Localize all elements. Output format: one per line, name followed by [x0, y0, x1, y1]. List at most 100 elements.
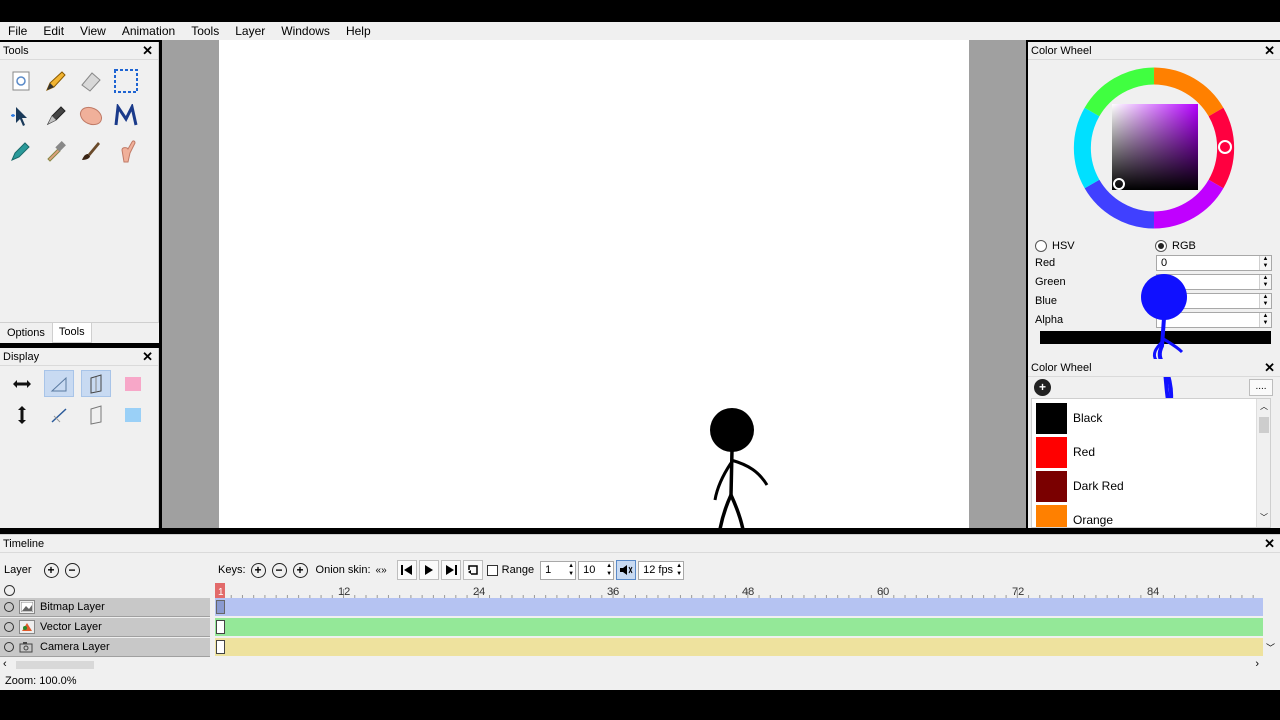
chevron-left-icon[interactable]: ‹: [3, 658, 7, 670]
menu-file[interactable]: File: [0, 22, 35, 40]
red-spinbox[interactable]: 0 ▲ ▼: [1156, 255, 1272, 271]
list-item[interactable]: Black: [1036, 401, 1262, 435]
add-layer-icon[interactable]: +: [43, 562, 59, 578]
spin-arrows-icon[interactable]: ▲ ▼: [676, 562, 682, 578]
tab-options[interactable]: Options: [0, 323, 52, 343]
close-icon[interactable]: ✕: [1264, 359, 1275, 377]
close-icon[interactable]: ✕: [1264, 42, 1275, 60]
eyedropper-icon[interactable]: [41, 136, 71, 166]
spin-arrows-icon[interactable]: ▲ ▼: [568, 562, 574, 578]
chevron-right-icon[interactable]: ›: [1255, 658, 1259, 670]
menu-view[interactable]: View: [72, 22, 114, 40]
menu-tools[interactable]: Tools: [183, 22, 227, 40]
spin-arrows-icon[interactable]: ▲ ▼: [1259, 313, 1271, 327]
previous-frame-icon[interactable]: [396, 560, 417, 580]
layer-row-bitmap[interactable]: Bitmap Layer: [0, 598, 210, 617]
range-start-input[interactable]: 1 ▲ ▼: [540, 560, 577, 580]
list-item[interactable]: Orange: [1036, 503, 1262, 527]
layer-name[interactable]: Vector Layer: [40, 621, 102, 633]
vertical-flip-icon[interactable]: [7, 401, 37, 428]
visibility-icon[interactable]: [4, 642, 14, 652]
range-end-input[interactable]: 10 ▲ ▼: [578, 560, 615, 580]
keyframe[interactable]: [216, 600, 225, 614]
bucket-icon[interactable]: [6, 136, 36, 166]
select-icon[interactable]: [111, 66, 141, 96]
add-key-icon[interactable]: +: [250, 562, 266, 578]
invisible-lines-icon[interactable]: [44, 401, 74, 428]
loop-icon[interactable]: [462, 560, 483, 580]
hand-icon[interactable]: [111, 136, 141, 166]
remove-key-icon[interactable]: −: [271, 562, 287, 578]
palette-list[interactable]: Black Red Dark Red Orange ︿ ﹀: [1031, 398, 1271, 528]
close-icon[interactable]: ✕: [1264, 535, 1275, 553]
range-start-value[interactable]: 1: [545, 564, 551, 576]
layer-row-camera[interactable]: Camera Layer: [0, 638, 210, 657]
red-value[interactable]: 0: [1161, 257, 1167, 269]
palette-options-button[interactable]: ....: [1249, 379, 1273, 396]
menu-help[interactable]: Help: [338, 22, 379, 40]
rgb-radio[interactable]: RGB: [1155, 238, 1196, 254]
fps-input[interactable]: 12 fps ▲ ▼: [638, 560, 685, 580]
brush-icon[interactable]: [76, 136, 106, 166]
plus-icon[interactable]: +: [1034, 379, 1051, 396]
hsv-radio-dot[interactable]: [1035, 240, 1047, 252]
visibility-icon[interactable]: [4, 622, 14, 632]
chevron-down-icon[interactable]: ﹀: [1260, 512, 1268, 523]
camera-layer-track[interactable]: [215, 638, 1263, 656]
rgb-radio-dot[interactable]: [1155, 240, 1167, 252]
eraser-icon[interactable]: [76, 66, 106, 96]
add-color-button[interactable]: +: [1034, 379, 1051, 396]
scrollbar-thumb[interactable]: [16, 661, 94, 669]
layer-name[interactable]: Camera Layer: [40, 641, 110, 653]
scrollbar-thumb[interactable]: [1259, 417, 1269, 433]
horizontal-scrollbar[interactable]: ‹ ›: [0, 658, 1263, 672]
spin-arrows-icon[interactable]: ▲ ▼: [1259, 294, 1271, 308]
onion-blue-icon[interactable]: [81, 401, 111, 428]
chevron-down-icon[interactable]: ﹀: [1266, 641, 1275, 654]
smudge-icon[interactable]: [76, 101, 106, 131]
play-icon[interactable]: [418, 560, 439, 580]
range-checkbox[interactable]: [486, 564, 498, 576]
vector-layer-track[interactable]: [215, 618, 1263, 636]
pointer-icon[interactable]: [6, 101, 36, 131]
menu-windows[interactable]: Windows: [273, 22, 338, 40]
list-item[interactable]: Dark Red: [1036, 469, 1262, 503]
layer-row-vector[interactable]: Vector Layer: [0, 618, 210, 637]
pencil-icon[interactable]: [41, 66, 71, 96]
visibility-icon[interactable]: [4, 602, 14, 612]
chevron-up-icon[interactable]: ︿: [1260, 401, 1268, 412]
fps-value[interactable]: 12 fps: [643, 564, 673, 576]
spin-arrows-icon[interactable]: ▲ ▼: [1259, 275, 1271, 289]
tab-tools[interactable]: Tools: [51, 323, 92, 343]
onion-prev-icon[interactable]: [118, 370, 148, 397]
palette-scrollbar[interactable]: ︿ ﹀: [1256, 399, 1270, 527]
close-icon[interactable]: ✕: [142, 348, 153, 366]
visibility-all-icon[interactable]: [4, 585, 15, 596]
onion-toggle-icon[interactable]: «»: [376, 565, 387, 576]
spin-arrows-icon[interactable]: ▲ ▼: [606, 562, 612, 578]
remove-layer-icon[interactable]: −: [64, 562, 80, 578]
menu-layer[interactable]: Layer: [227, 22, 273, 40]
close-icon[interactable]: ✕: [142, 42, 153, 60]
keyframe[interactable]: [216, 620, 225, 634]
clear-icon[interactable]: [6, 66, 36, 96]
layer-name[interactable]: Bitmap Layer: [40, 601, 105, 613]
bitmap-layer-track[interactable]: [215, 598, 1263, 616]
list-item[interactable]: Red: [1036, 435, 1262, 469]
drawing-canvas[interactable]: [219, 40, 969, 536]
hsv-radio[interactable]: HSV: [1035, 238, 1075, 254]
next-frame-icon[interactable]: [440, 560, 461, 580]
sound-icon[interactable]: [616, 560, 637, 580]
polyline-icon[interactable]: [111, 101, 141, 131]
spin-arrows-icon[interactable]: ▲ ▼: [1259, 256, 1271, 270]
canvas-area[interactable]: [162, 40, 1026, 536]
outlines-icon[interactable]: [81, 370, 111, 397]
menu-edit[interactable]: Edit: [35, 22, 72, 40]
keyframe[interactable]: [216, 640, 225, 654]
duplicate-key-icon[interactable]: +: [292, 562, 308, 578]
menu-animation[interactable]: Animation: [114, 22, 183, 40]
thin-lines-icon[interactable]: [44, 370, 74, 397]
horizontal-flip-icon[interactable]: [7, 370, 37, 397]
onion-next-icon[interactable]: [118, 401, 148, 428]
range-end-value[interactable]: 10: [583, 564, 595, 576]
